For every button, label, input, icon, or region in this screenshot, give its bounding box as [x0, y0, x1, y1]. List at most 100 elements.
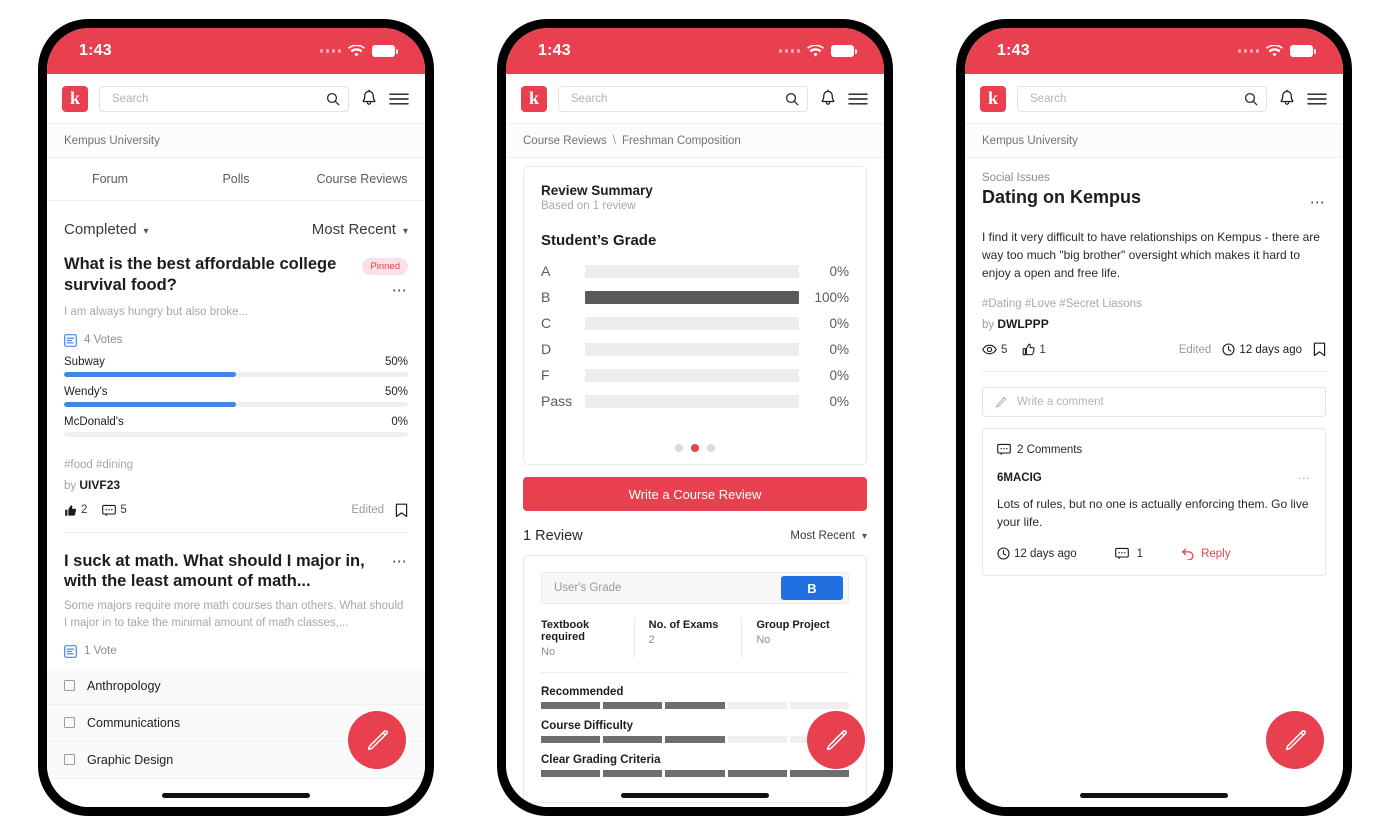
compose-fab-button[interactable]: [348, 711, 406, 769]
post-byline: by UIVF23: [64, 478, 408, 492]
pager-dot[interactable]: [707, 444, 715, 452]
post-options-icon[interactable]: ⋯: [392, 283, 408, 298]
post-tags[interactable]: #food #dining: [64, 459, 408, 471]
comment-timestamp-value: 12 days ago: [1014, 547, 1077, 560]
checkbox-icon[interactable]: [64, 754, 75, 766]
search-icon[interactable]: [326, 92, 340, 106]
thumbs-up-icon: [64, 504, 77, 517]
hamburger-menu-icon[interactable]: [389, 92, 409, 106]
sort-dropdown[interactable]: Most Recent ▾: [312, 221, 408, 238]
bell-icon[interactable]: [1278, 89, 1296, 108]
post-options-icon[interactable]: ⋯: [1310, 195, 1326, 210]
status-time: 1:43: [538, 42, 571, 59]
timestamp: 12 days ago: [1222, 343, 1302, 356]
search-input[interactable]: Search: [99, 85, 349, 112]
grade-bar-label: A: [541, 263, 551, 279]
bell-icon[interactable]: [360, 89, 378, 108]
review-sort-dropdown[interactable]: Most Recent ▾: [790, 530, 867, 542]
app-header-bar: k Search: [506, 74, 884, 124]
comment-count[interactable]: 5: [102, 504, 127, 517]
search-icon[interactable]: [1244, 92, 1258, 106]
phone3-content: Social Issues Dating on Kempus ⋯ I find …: [965, 158, 1343, 807]
rating-segment: [603, 702, 663, 709]
write-course-review-button[interactable]: Write a Course Review: [523, 477, 867, 511]
pager-dot[interactable]: [675, 444, 683, 452]
rating-segments: [541, 702, 850, 709]
search-input[interactable]: Search: [558, 85, 808, 112]
breadcrumb[interactable]: Kempus University: [47, 124, 425, 158]
post-excerpt: Some majors require more math courses th…: [64, 600, 404, 629]
rating-segment: [789, 702, 850, 709]
post-author[interactable]: DWLPPP: [997, 317, 1048, 331]
pager-dot-active[interactable]: [691, 444, 699, 452]
signal-icon: [319, 49, 341, 53]
rating-segment: [665, 736, 725, 743]
phone-device-3: 1:43 k Search Kempus University Social I…: [956, 19, 1352, 816]
poll-option[interactable]: McDonald's 0%: [64, 416, 408, 437]
post-card[interactable]: What is the best affordable college surv…: [47, 252, 425, 533]
breadcrumb[interactable]: Course Reviews \ Freshman Composition: [506, 124, 884, 158]
breadcrumb[interactable]: Kempus University: [965, 124, 1343, 158]
view-count-value: 5: [1001, 343, 1008, 356]
pinned-badge: Pinned: [362, 258, 408, 275]
like-count[interactable]: 1: [1022, 343, 1046, 356]
grade-bar-label: C: [541, 315, 552, 331]
bookmark-icon[interactable]: [1313, 342, 1326, 357]
like-count[interactable]: 2: [64, 504, 87, 517]
bell-icon[interactable]: [819, 89, 837, 108]
post-category[interactable]: Social Issues: [965, 158, 1343, 184]
review-card[interactable]: User's Grade B Textbook required No No. …: [523, 555, 867, 803]
app-logo[interactable]: k: [62, 85, 88, 112]
pencil-icon: [365, 728, 390, 753]
comment-author[interactable]: 6MACIG: [997, 472, 1042, 484]
reply-arrow-icon: [1181, 547, 1195, 560]
search-icon[interactable]: [785, 92, 799, 106]
grade-bar-track: [585, 290, 799, 304]
rating-segments: [541, 736, 850, 743]
checkbox-icon[interactable]: [64, 680, 75, 692]
rating-item: Clear Grading Criteria: [541, 754, 850, 777]
checkbox-icon[interactable]: [64, 717, 75, 729]
search-input[interactable]: Search: [1017, 85, 1267, 112]
post-body: I find it very difficult to have relatio…: [982, 230, 1320, 280]
post-options-icon[interactable]: ⋯: [392, 554, 408, 569]
rating-segments: [541, 770, 850, 777]
poll-option[interactable]: Subway 50%: [64, 356, 408, 377]
poll-choice-anthropology[interactable]: Anthropology: [47, 667, 425, 705]
tab-course-reviews[interactable]: Course Reviews: [299, 172, 425, 186]
hamburger-menu-icon[interactable]: [848, 92, 868, 106]
compose-fab-button[interactable]: [807, 711, 865, 769]
review-summary-body: Review Summary Based on 1 review Student…: [524, 167, 866, 428]
review-facts: Textbook required No No. of Exams 2 Grou…: [541, 619, 849, 658]
grade-bar-track: [585, 368, 799, 382]
app-logo[interactable]: k: [980, 85, 1006, 112]
rating-label: Course Difficulty: [541, 720, 634, 732]
rating-segment: [727, 702, 787, 709]
bookmark-icon[interactable]: [395, 503, 408, 518]
breadcrumb-root[interactable]: Course Reviews: [523, 135, 607, 147]
tab-polls[interactable]: Polls: [173, 172, 299, 186]
review-list-header: 1 Review Most Recent ▾: [506, 511, 884, 555]
poll-option[interactable]: Wendy's 50%: [64, 386, 408, 407]
carousel-pager[interactable]: [524, 428, 866, 464]
reply-button[interactable]: Reply: [1181, 547, 1230, 560]
comment-options-icon[interactable]: ⋯: [1298, 472, 1311, 484]
post-meta-row: 2 5 Edited: [64, 503, 408, 518]
post-title[interactable]: What is the best affordable college surv…: [64, 254, 354, 296]
rating-segment: [603, 736, 663, 743]
compose-fab-button[interactable]: [1266, 711, 1324, 769]
write-comment-input[interactable]: Write a comment: [982, 387, 1326, 417]
app-logo[interactable]: k: [521, 85, 547, 112]
hamburger-menu-icon[interactable]: [1307, 92, 1327, 106]
post-card[interactable]: I suck at math. What should I major in, …: [47, 549, 425, 658]
tab-forum[interactable]: Forum: [47, 172, 173, 186]
comment-reply-count[interactable]: 1: [1114, 547, 1143, 560]
post-author[interactable]: UIVF23: [79, 478, 120, 492]
review-sort-label: Most Recent: [790, 530, 855, 542]
post-title[interactable]: I suck at math. What should I major in, …: [64, 551, 384, 593]
status-filter-dropdown[interactable]: Completed ▾: [64, 221, 149, 238]
view-count: 5: [982, 344, 1007, 356]
poll-option-fill: [64, 371, 236, 377]
post-tags[interactable]: #Dating #Love #Secret Liasons: [982, 298, 1326, 310]
like-count-value: 1: [1039, 343, 1046, 356]
